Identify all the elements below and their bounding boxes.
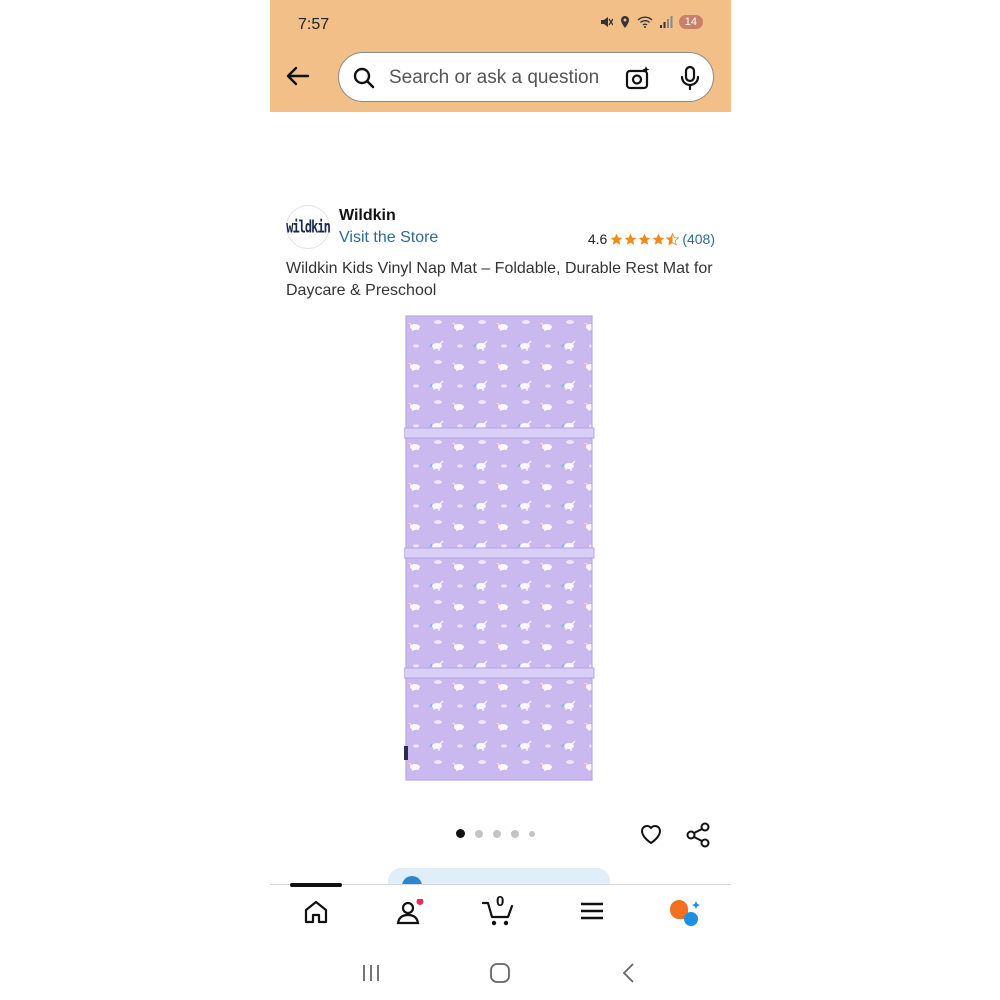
header: 7:57 14 Search or ask a question (270, 0, 731, 112)
brand-logo[interactable]: wildkin (286, 205, 331, 249)
home-icon (304, 900, 328, 924)
star-icon (652, 233, 665, 245)
recent-apps-button[interactable] (360, 962, 382, 989)
rufus-icon (670, 900, 700, 926)
carousel-dot[interactable] (493, 829, 501, 838)
mute-icon (600, 17, 613, 27)
brand-logo-text: wildkin (286, 217, 331, 237)
star-half-icon (666, 232, 680, 246)
carousel-dot[interactable] (456, 829, 465, 838)
account-icon (396, 898, 424, 925)
camera-search-icon[interactable] (625, 65, 651, 91)
nav-home[interactable] (304, 899, 328, 930)
back-button[interactable] (284, 62, 312, 90)
wifi-icon (637, 16, 653, 28)
microphone-icon[interactable] (679, 65, 701, 91)
star-icon (638, 233, 651, 245)
nav-account[interactable] (396, 898, 424, 930)
nav-menu[interactable] (580, 899, 604, 928)
product-image[interactable] (404, 314, 598, 782)
carousel-dot[interactable] (511, 829, 519, 838)
rating-summary[interactable]: 4.6 (408) (588, 231, 715, 247)
nav-rufus[interactable] (668, 899, 702, 934)
visit-store-link[interactable]: Visit the Store (339, 229, 438, 247)
carousel-dot[interactable] (475, 829, 483, 838)
home-circle-icon (490, 963, 510, 983)
wishlist-button[interactable] (638, 821, 664, 852)
status-time: 7:57 (298, 16, 330, 33)
heart-icon (641, 825, 661, 844)
recents-icon (363, 965, 379, 981)
battery-badge: 14 (678, 15, 703, 29)
share-icon (686, 822, 710, 848)
location-icon (620, 16, 629, 28)
cart-count: 0 (496, 893, 505, 910)
star-icon (610, 233, 623, 245)
rating-count: (408) (682, 231, 715, 247)
star-icon (624, 233, 637, 245)
search-bar[interactable]: Search or ask a question (338, 52, 714, 102)
carousel-dot[interactable] (529, 830, 535, 837)
signal-icon (659, 16, 673, 28)
star-rating (610, 232, 680, 246)
active-tab-indicator (290, 883, 342, 887)
chevron-left-icon (622, 963, 634, 983)
share-button[interactable] (684, 821, 712, 854)
product-title: Wildkin Kids Vinyl Nap Mat – Foldable, D… (286, 260, 713, 299)
search-input[interactable]: Search or ask a question (389, 67, 599, 89)
brand-name: Wildkin (339, 207, 396, 224)
home-system-button[interactable] (488, 962, 512, 989)
rating-value: 4.6 (587, 231, 608, 247)
search-icon (353, 67, 375, 89)
back-system-button[interactable] (618, 962, 640, 989)
carousel-dots[interactable] (456, 829, 535, 838)
bottom-nav: 0 (270, 883, 731, 943)
nav-cart[interactable]: 0 (481, 893, 516, 932)
phone-screen: 7:57 14 Search or ask a question wildkin… (270, 0, 731, 1000)
system-nav (270, 950, 731, 1000)
menu-icon (581, 902, 603, 920)
arrow-left-icon (286, 66, 310, 86)
status-icons: 14 (599, 15, 703, 29)
